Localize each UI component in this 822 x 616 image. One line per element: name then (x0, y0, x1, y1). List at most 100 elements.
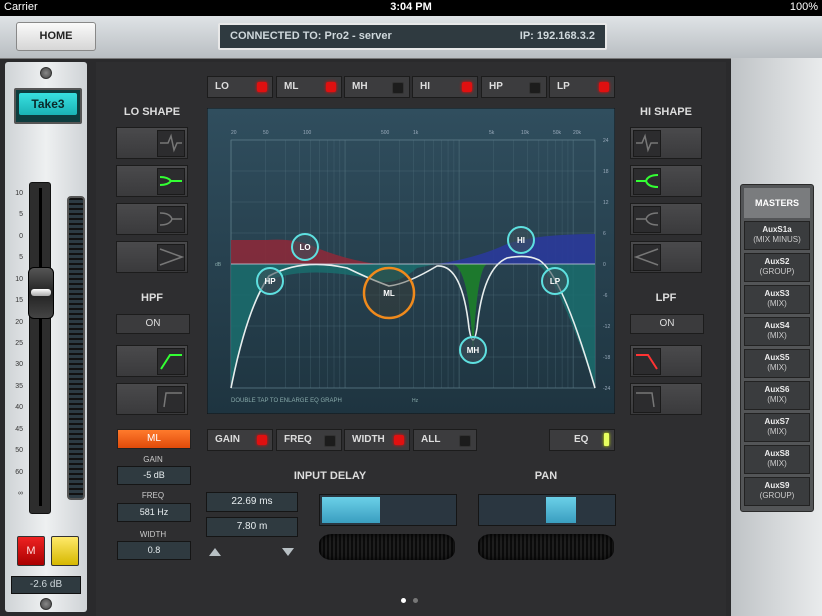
hpf-on-button[interactable]: ON (116, 314, 190, 334)
param-tab-led-icon (394, 435, 404, 445)
hp-band-node[interactable]: HP (256, 267, 284, 295)
pan-slider[interactable] (478, 494, 616, 526)
shelf-shape-icon (157, 206, 185, 233)
db-tick-label: -18 (603, 355, 610, 361)
lpf-slope-alt-button[interactable] (630, 383, 702, 415)
lpf-slope-button[interactable] (630, 345, 702, 377)
master-item-auxs8[interactable]: AuxS8 (MIX) (744, 445, 810, 474)
eq-tab-led-icon (257, 82, 267, 92)
connection-status: CONNECTED TO: Pro2 - server IP: 192.168.… (218, 23, 607, 50)
master-name: AuxS3 (764, 289, 790, 298)
hi-shape-notch-button[interactable] (630, 127, 702, 159)
pan-knob[interactable] (478, 534, 614, 560)
page-dot[interactable] (401, 598, 406, 603)
eq-tab-label: ML (284, 81, 299, 92)
masters-title[interactable]: MASTERS (744, 188, 810, 218)
hpf-slope-button[interactable] (116, 345, 188, 377)
param-tab-all[interactable]: ALL (413, 429, 477, 451)
master-item-auxs3[interactable]: AuxS3 (MIX) (744, 285, 810, 314)
width-value[interactable]: 0.8 (117, 541, 191, 560)
freq-tick-label: 500 (381, 130, 390, 136)
shelf-shape-icon (633, 206, 661, 233)
fader[interactable] (28, 182, 54, 514)
fader-scale-tick: 0 (19, 232, 23, 240)
eq-tab-ml[interactable]: ML (276, 76, 342, 98)
home-button[interactable]: HOME (16, 22, 96, 51)
hi-shape-cut-button[interactable] (630, 241, 702, 273)
db-tick-label: -24 (603, 386, 610, 392)
master-item-auxs2[interactable]: AuxS2 (GROUP) (744, 253, 810, 282)
lo-shape-cut-button[interactable] (116, 241, 188, 273)
delay-up-button[interactable] (206, 545, 224, 558)
input-delay-slider[interactable] (319, 494, 457, 526)
param-tab-led-icon (257, 435, 267, 445)
master-type: (MIX) (767, 395, 787, 404)
master-item-auxs9[interactable]: AuxS9 (GROUP) (744, 477, 810, 506)
hp-node-label: HP (264, 277, 276, 286)
lowpass-icon (633, 348, 661, 375)
hi-shape-bell-button[interactable] (630, 165, 702, 197)
hi-shape-title: HI SHAPE (640, 106, 692, 118)
lo-shape-shelf-button[interactable] (116, 203, 188, 235)
master-type: (GROUP) (759, 491, 795, 500)
lo-band-node[interactable]: LO (291, 233, 319, 261)
eq-enable-button[interactable]: EQ (549, 429, 615, 451)
notch-shape-icon (633, 130, 661, 157)
master-item-auxs1a[interactable]: AuxS1a (MIX MINUS) (744, 221, 810, 250)
db-tick-label: 24 (603, 138, 609, 144)
master-name: AuxS6 (764, 385, 790, 394)
hz-unit: Hz (412, 398, 419, 404)
gain-label: GAIN (143, 455, 163, 464)
master-item-auxs6[interactable]: AuxS6 (MIX) (744, 381, 810, 410)
master-item-auxs5[interactable]: AuxS5 (MIX) (744, 349, 810, 378)
fader-scale-tick: 35 (15, 382, 23, 390)
lo-shape-notch-button[interactable] (116, 127, 188, 159)
input-delay-knob[interactable] (319, 534, 455, 560)
master-name: AuxS9 (764, 481, 790, 490)
eq-graph[interactable]: 20 50 100 500 1k 5k 10k 50k 20k 24 18 12 6 0 -6 -12 -18 -… (207, 108, 615, 414)
solo-button[interactable] (51, 536, 79, 566)
param-tab-width[interactable]: WIDTH (344, 429, 410, 451)
master-item-auxs7[interactable]: AuxS7 (MIX) (744, 413, 810, 442)
eq-tab-hp[interactable]: HP (481, 76, 547, 98)
ml-band-node[interactable]: ML (362, 266, 416, 320)
pan-slider-handle[interactable] (546, 497, 576, 523)
width-label: WIDTH (139, 530, 167, 539)
lowpass-alt-icon (633, 386, 661, 413)
gain-value[interactable]: -5 dB (117, 466, 191, 485)
delay-down-button[interactable] (279, 545, 297, 558)
param-tab-freq[interactable]: FREQ (276, 429, 342, 451)
channel-name-button[interactable]: Take3 (14, 88, 82, 124)
channel-name: Take3 (19, 93, 77, 115)
eq-tab-hi[interactable]: HI (412, 76, 478, 98)
master-name: AuxS1a (762, 225, 792, 234)
master-item-auxs4[interactable]: AuxS4 (MIX) (744, 317, 810, 346)
delay-distance-value[interactable]: 7.80 m (206, 517, 298, 537)
hi-shape-shelf-button[interactable] (630, 203, 702, 235)
lp-band-node[interactable]: LP (541, 267, 569, 295)
hi-band-node[interactable]: HI (507, 226, 535, 254)
fader-scale-tick: 15 (15, 297, 23, 305)
hpf-slope-alt-button[interactable] (116, 383, 188, 415)
param-tab-gain[interactable]: GAIN (207, 429, 273, 451)
master-type: (MIX) (767, 299, 787, 308)
delay-time-value[interactable]: 22.69 ms (206, 492, 298, 512)
fader-handle[interactable] (28, 267, 54, 319)
clock: 3:04 PM (390, 1, 432, 13)
status-bar: Carrier 3:04 PM 100% (0, 0, 822, 16)
eq-tab-lo[interactable]: LO (207, 76, 273, 98)
freq-value[interactable]: 581 Hz (117, 503, 191, 522)
lo-node-label: LO (299, 243, 310, 252)
mh-band-node[interactable]: MH (459, 336, 487, 364)
page-dot[interactable] (413, 598, 418, 603)
lpf-on-button[interactable]: ON (630, 314, 704, 334)
db-tick-label: 6 (603, 231, 606, 237)
eq-tab-label: LO (215, 81, 229, 92)
lo-shape-bell-button[interactable] (116, 165, 188, 197)
eq-tab-lp[interactable]: LP (549, 76, 615, 98)
mh-node-label: MH (467, 346, 480, 355)
mute-button[interactable]: M (17, 536, 45, 566)
master-type: (GROUP) (759, 267, 795, 276)
selected-band-button[interactable]: ML (117, 429, 191, 449)
eq-tab-mh[interactable]: MH (344, 76, 410, 98)
